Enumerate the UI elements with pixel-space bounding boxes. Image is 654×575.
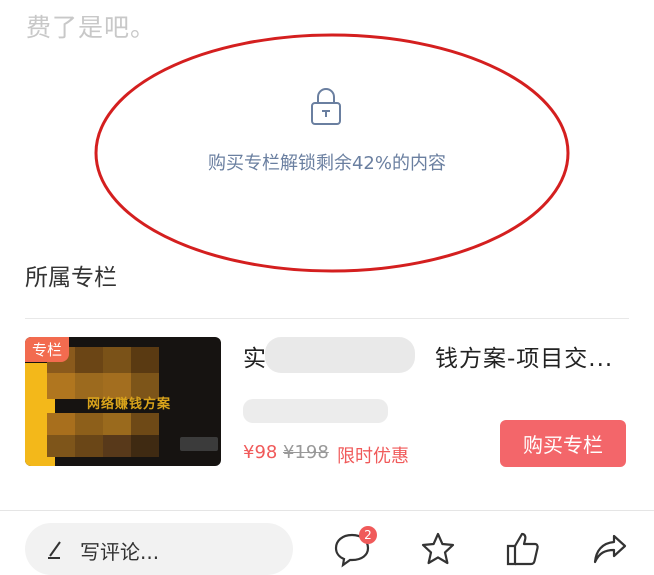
thumb-chip [180,437,218,451]
section-title: 所属专栏 [25,265,117,291]
bottom-bar-divider [0,510,654,511]
comment-input[interactable]: 写评论... [25,523,293,575]
comment-placeholder: 写评论... [80,540,160,564]
lock-icon [311,88,341,125]
column-card[interactable]: 网络赚钱方案 专栏 实 钱方案-项目交... ¥98 ¥198 限时优惠 购买专… [25,337,629,467]
pen-icon [48,541,61,559]
share-icon[interactable] [590,529,630,569]
price-original: ¥198 [283,442,329,463]
thumbs-up-icon[interactable] [503,529,543,569]
star-icon[interactable] [418,529,458,569]
thumb-subtitle: 网络赚钱方案 [87,397,172,412]
article-faded-text: 费了是吧。 [26,13,157,42]
column-thumbnail[interactable]: 网络赚钱方案 专栏 [25,337,221,466]
comment-count-badge: 2 [359,526,377,544]
divider [25,318,629,319]
blurred-subtitle-region [243,399,388,423]
buy-column-button[interactable]: 购买专栏 [500,420,626,467]
unlock-text[interactable]: 购买专栏解锁剩余42%的内容 [0,149,654,175]
price-current: ¥98 [243,442,278,463]
blurred-title-region [265,337,415,373]
price-promo-label: 限时优惠 [337,446,409,467]
column-tag: 专栏 [25,337,70,362]
